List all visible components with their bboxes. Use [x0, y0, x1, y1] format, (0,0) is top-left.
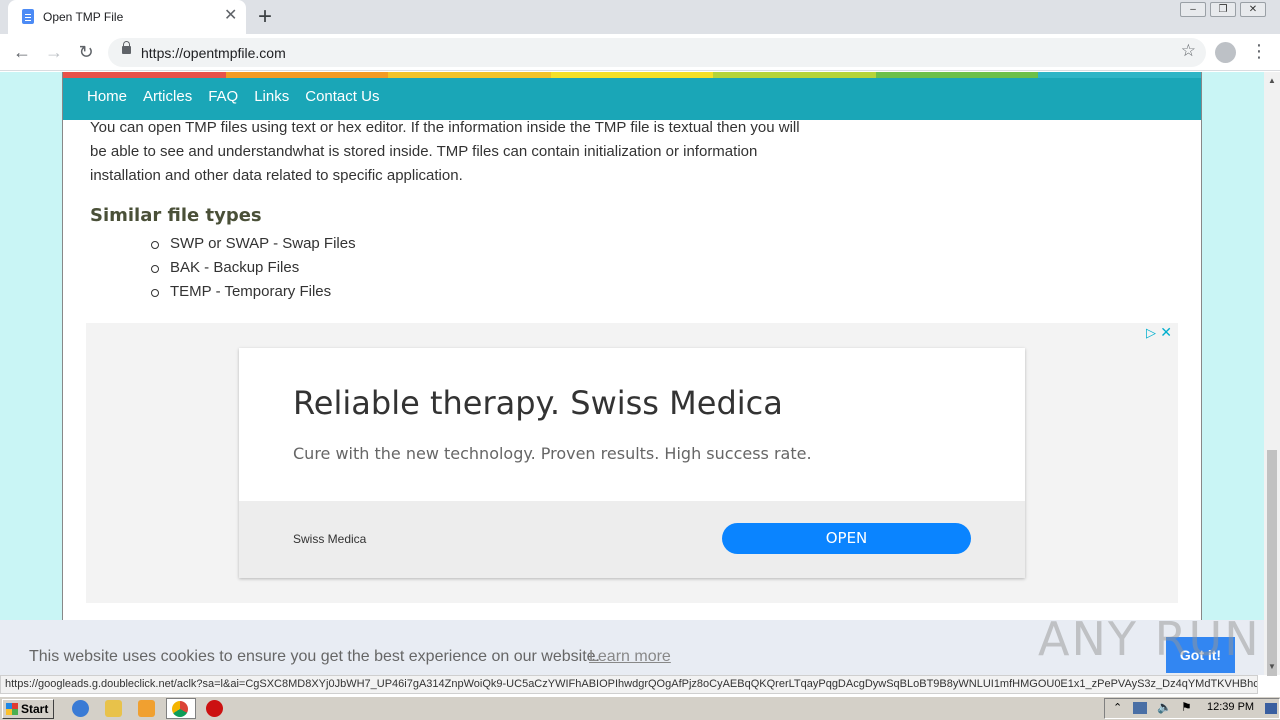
- tray-arrow-icon[interactable]: ⌃: [1113, 701, 1122, 714]
- ad-brand[interactable]: Swiss Medica: [293, 532, 366, 546]
- folder-icon[interactable]: [105, 700, 122, 717]
- menu-dots-icon[interactable]: ⋮: [1250, 40, 1268, 62]
- volume-icon[interactable]: 🔈: [1157, 700, 1172, 714]
- vertical-scrollbar[interactable]: ▲ ▼: [1264, 72, 1280, 676]
- scroll-up-icon[interactable]: ▲: [1268, 76, 1276, 85]
- chrome-icon: [172, 701, 188, 717]
- window-controls: – ❐ ✕: [1180, 2, 1266, 17]
- ad-headline[interactable]: Reliable therapy. Swiss Medica: [293, 384, 783, 422]
- anyrun-watermark-logo: ANY RUN: [1038, 612, 1261, 666]
- nav-links[interactable]: Links: [254, 88, 289, 105]
- ad-subtext[interactable]: Cure with the new technology. Proven res…: [293, 444, 812, 463]
- media-player-icon[interactable]: [138, 700, 155, 717]
- scrollbar-thumb[interactable]: [1267, 450, 1277, 676]
- profile-avatar-icon[interactable]: [1215, 42, 1236, 63]
- list-item: BAK - Backup Files: [151, 256, 820, 280]
- article-paragraph: You can open TMP files using text or hex…: [90, 119, 800, 184]
- tab-title: Open TMP File: [43, 10, 124, 24]
- browser-toolbar: ← → ↻ https://opentmpfile.com ☆: [0, 34, 1280, 71]
- ie-icon[interactable]: [72, 700, 89, 717]
- page-card: Home Articles FAQ Links Contact Us You c…: [62, 72, 1202, 675]
- advertisement: ▷ ✕ Reliable therapy. Swiss Medica Cure …: [86, 323, 1178, 603]
- adchoices-icon[interactable]: ▷: [1146, 325, 1156, 341]
- windows-taskbar: Start ⌃ 🔈 ⚑ 12:39 PM: [0, 696, 1280, 720]
- ad-open-button[interactable]: OPEN: [722, 523, 971, 554]
- browser-tab[interactable]: Open TMP File ✕: [8, 0, 246, 34]
- similar-file-list: SWP or SWAP - Swap Files BAK - Backup Fi…: [151, 232, 820, 304]
- page-viewport: Home Articles FAQ Links Contact Us You c…: [0, 72, 1264, 675]
- learn-more-link[interactable]: Learn more: [589, 648, 671, 666]
- ad-footer: Swiss Medica OPEN: [239, 501, 1025, 578]
- nav-contact-us[interactable]: Contact Us: [305, 88, 379, 105]
- ad-card[interactable]: Reliable therapy. Swiss Medica Cure with…: [239, 348, 1025, 578]
- flag-icon[interactable]: ⚑: [1181, 700, 1192, 714]
- status-bar-url: https://googleads.g.doubleclick.net/aclk…: [0, 675, 1258, 694]
- network-icon[interactable]: [1133, 702, 1147, 714]
- start-button[interactable]: Start: [2, 699, 54, 719]
- article-content: You can open TMP files using text or hex…: [90, 116, 820, 304]
- url-text[interactable]: https://opentmpfile.com: [141, 45, 286, 61]
- site-navbar: Home Articles FAQ Links Contact Us: [63, 78, 1201, 120]
- document-icon: [22, 9, 34, 24]
- clock: 12:39 PM: [1207, 701, 1255, 713]
- tab-strip: Open TMP File ✕ + – ❐ ✕: [0, 0, 1280, 34]
- close-tab-icon[interactable]: ✕: [224, 7, 237, 25]
- similar-file-types-heading: Similar file types: [90, 205, 262, 226]
- lock-icon: [122, 41, 131, 54]
- new-tab-button[interactable]: +: [258, 3, 272, 31]
- bookmark-star-icon[interactable]: ☆: [1181, 41, 1196, 61]
- show-desktop-icon[interactable]: [1265, 703, 1277, 714]
- opera-icon[interactable]: [206, 700, 223, 717]
- restore-button[interactable]: ❐: [1210, 2, 1236, 17]
- reload-icon[interactable]: ↻: [74, 40, 98, 64]
- forward-arrow-icon[interactable]: →: [42, 40, 66, 64]
- scroll-down-icon[interactable]: ▼: [1268, 662, 1276, 671]
- cookie-text: This website uses cookies to ensure you …: [29, 648, 600, 665]
- minimize-button[interactable]: –: [1180, 2, 1206, 17]
- list-item: SWP or SWAP - Swap Files: [151, 232, 820, 256]
- nav-faq[interactable]: FAQ: [208, 88, 238, 105]
- ad-close-icon[interactable]: ✕: [1160, 324, 1172, 341]
- nav-home[interactable]: Home: [87, 88, 127, 105]
- close-window-button[interactable]: ✕: [1240, 2, 1266, 17]
- address-bar[interactable]: https://opentmpfile.com ☆: [108, 38, 1206, 67]
- back-arrow-icon[interactable]: ←: [10, 40, 34, 64]
- nav-articles[interactable]: Articles: [143, 88, 192, 105]
- list-item: TEMP - Temporary Files: [151, 280, 820, 304]
